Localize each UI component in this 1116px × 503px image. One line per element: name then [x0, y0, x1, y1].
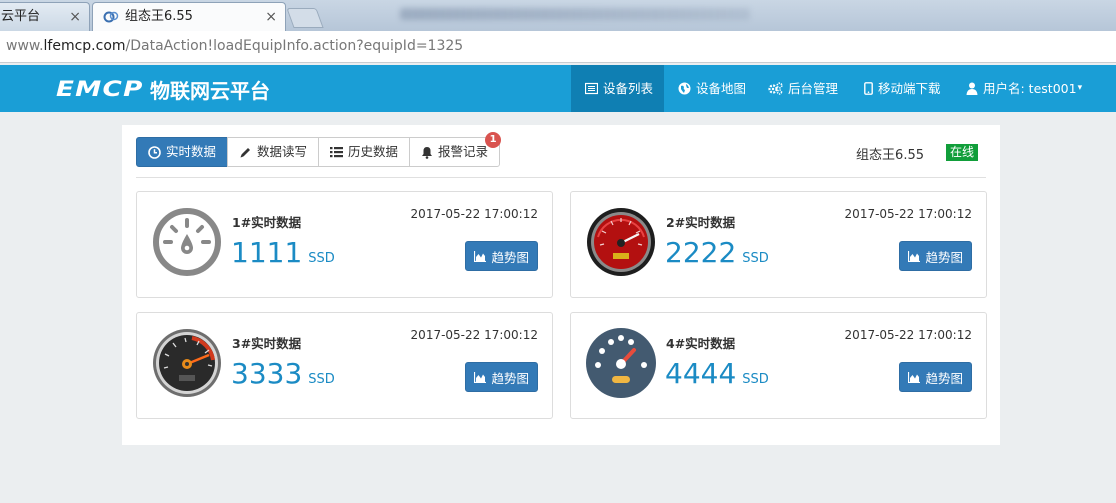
data-card-4: 4#实时数据 2017-05-22 17:00:12 4444 SSD 趋势图: [570, 312, 987, 419]
card-title: 1#实时数据: [232, 215, 302, 230]
card-value-row: 3333 SSD: [231, 357, 335, 390]
tab-alarm-records[interactable]: 报警记录 1: [409, 132, 502, 167]
gauge-outline-icon: [153, 208, 221, 276]
card-title: 4#实时数据: [666, 336, 736, 351]
user-icon: [966, 82, 978, 95]
tab-history-data[interactable]: 历史数据: [318, 137, 411, 167]
tab-data-read-write[interactable]: 数据读写: [227, 137, 320, 167]
card-value: 1111: [231, 236, 303, 269]
button-label: 趋势图: [491, 370, 529, 386]
card-value: 2222: [665, 236, 737, 269]
device-name: 组态王6.55: [856, 148, 924, 163]
url-domain: lfemcp.com: [43, 38, 126, 54]
card-unit: SSD: [308, 372, 335, 387]
nav-device-map[interactable]: 设备地图: [678, 65, 746, 112]
trend-chart-button[interactable]: 趋势图: [899, 362, 972, 392]
tab-label: 报警记录: [438, 144, 489, 159]
tab-realtime-data[interactable]: 实时数据: [136, 137, 229, 167]
trend-chart-button[interactable]: 趋势图: [465, 241, 538, 271]
card-value-row: 2222 SSD: [665, 236, 769, 269]
button-label: 趋势图: [925, 370, 963, 386]
area-chart-icon: [908, 371, 921, 383]
card-timestamp: 2017-05-22 17:00:12: [844, 207, 972, 221]
trend-chart-button[interactable]: 趋势图: [899, 241, 972, 271]
nav-mobile-download[interactable]: 移动端下载: [864, 65, 941, 112]
mobile-icon: [864, 82, 873, 95]
favicon-icon: [103, 11, 119, 23]
close-icon[interactable]: ×: [69, 3, 81, 31]
card-value-row: 1111 SSD: [231, 236, 335, 269]
card-timestamp: 2017-05-22 17:00:12: [844, 328, 972, 342]
site-logo[interactable]: EMCP 物联网云平台: [56, 75, 270, 103]
speedometer-icon: [153, 329, 221, 397]
browser-tab-label: 组态王6.55: [125, 9, 193, 24]
list-icon: [330, 147, 344, 158]
logo-title: 物联网云平台: [150, 78, 271, 103]
red-gauge-icon: [587, 208, 655, 276]
nav-label: 设备地图: [696, 81, 747, 96]
nav-admin[interactable]: 后台管理: [768, 65, 838, 112]
data-card-3: 3#实时数据 2017-05-22 17:00:12 3333 SSD 趋势图: [136, 312, 553, 419]
tab-label: 实时数据: [166, 144, 217, 159]
button-label: 趋势图: [925, 249, 963, 265]
data-card-2: 2#实时数据 2017-05-22 17:00:12 2222 SSD 趋势图: [570, 191, 987, 298]
button-label: 趋势图: [491, 249, 529, 265]
card-unit: SSD: [742, 372, 769, 387]
nav-label: 设备列表: [603, 81, 654, 96]
gears-icon: [768, 82, 783, 95]
window-title-blurred: [400, 8, 750, 20]
card-value: 3333: [231, 357, 303, 390]
site-navbar: EMCP 物联网云平台 设备列表 设备地图 后台管理 移动端下载 用户名: te…: [0, 65, 1116, 112]
list-icon: [585, 82, 598, 95]
trend-chart-button[interactable]: 趋势图: [465, 362, 538, 392]
browser-tab-2[interactable]: 组态王6.55 ×: [92, 2, 286, 31]
device-panel: 实时数据 数据读写 历史数据 报警记录 1 组态王6.55 在线 1#实时数据 …: [122, 125, 1000, 445]
tab-label: 历史数据: [348, 144, 399, 159]
chevron-down-icon: ▾: [1077, 83, 1083, 93]
nav-label: 移动端下载: [878, 81, 941, 96]
card-timestamp: 2017-05-22 17:00:12: [410, 328, 538, 342]
nav-label: 用户名: test001: [983, 81, 1077, 96]
card-unit: SSD: [742, 251, 769, 266]
card-value-row: 4444 SSD: [665, 357, 769, 390]
browser-tab-label: 云平台: [1, 9, 41, 24]
pencil-icon: [240, 147, 251, 157]
logo-word: EMCP: [56, 77, 144, 101]
globe-icon: [678, 82, 691, 95]
nav-user-menu[interactable]: 用户名: test001 ▾: [966, 65, 1082, 112]
nav-device-list[interactable]: 设备列表: [571, 65, 664, 112]
url-prefix: www.: [6, 38, 44, 54]
alarm-count-badge: 1: [485, 132, 502, 148]
bell-icon: [422, 146, 433, 159]
address-bar[interactable]: www.lfemcp.com/DataAction!loadEquipInfo.…: [0, 31, 1116, 63]
url-text[interactable]: www.lfemcp.com/DataAction!loadEquipInfo.…: [6, 38, 463, 54]
area-chart-icon: [908, 250, 921, 262]
close-icon[interactable]: ×: [265, 3, 277, 31]
area-chart-icon: [474, 250, 487, 262]
data-tab-group: 实时数据 数据读写 历史数据 报警记录 1: [136, 132, 502, 167]
card-timestamp: 2017-05-22 17:00:12: [410, 207, 538, 221]
nav-label: 后台管理: [788, 81, 839, 96]
status-badge: 在线: [946, 144, 979, 161]
data-card-1: 1#实时数据 2017-05-22 17:00:12 1111 SSD 趋势图: [136, 191, 553, 298]
url-path: /DataAction!loadEquipInfo.action?equipId…: [125, 38, 464, 54]
card-title: 3#实时数据: [232, 336, 302, 351]
browser-tab-1[interactable]: 云平台 ×: [0, 2, 90, 31]
area-chart-icon: [474, 371, 487, 383]
browser-tabstrip: 云平台 × 组态王6.55 ×: [0, 0, 1116, 31]
dashboard-gauge-icon: [586, 328, 656, 398]
tab-label: 数据读写: [257, 144, 308, 159]
clock-icon: [148, 145, 161, 159]
card-unit: SSD: [308, 251, 335, 266]
card-value: 4444: [665, 357, 737, 390]
card-title: 2#实时数据: [666, 215, 736, 230]
new-tab-button[interactable]: [286, 8, 324, 28]
divider: [136, 177, 986, 178]
